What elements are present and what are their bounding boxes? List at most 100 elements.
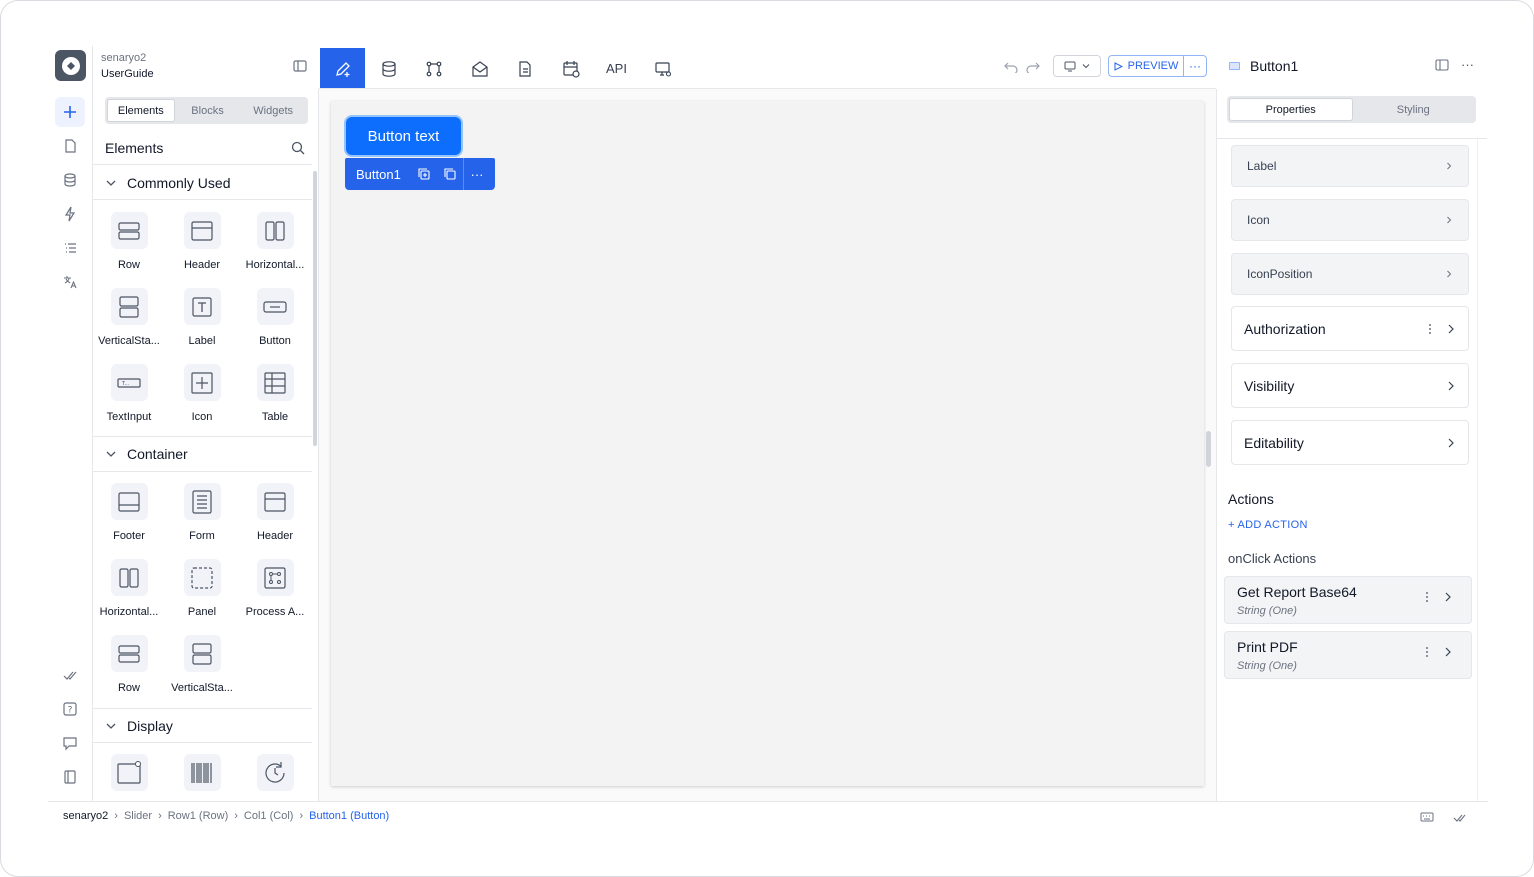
tab-properties[interactable]: Properties: [1229, 98, 1353, 121]
breadcrumb-item[interactable]: Col1 (Col): [244, 810, 294, 822]
prop-icon-position[interactable]: IconPosition: [1231, 253, 1469, 295]
section-container[interactable]: Container: [105, 446, 188, 462]
redo-icon[interactable]: [1026, 59, 1040, 73]
collapse-panel-icon[interactable]: [292, 58, 308, 74]
screen-settings-button[interactable]: [640, 48, 685, 89]
element-footer[interactable]: Footer: [93, 483, 165, 542]
onclick-action-item[interactable]: Get Report Base64 String (One): [1224, 576, 1472, 624]
flow-tool-button[interactable]: [411, 48, 456, 89]
page-canvas[interactable]: [331, 101, 1204, 786]
copy-icon[interactable]: [437, 158, 463, 190]
breadcrumb-item[interactable]: senaryo2: [63, 810, 108, 822]
lightning-icon[interactable]: [55, 199, 85, 229]
selected-element-name[interactable]: Button1: [345, 167, 411, 182]
group-editability[interactable]: Editability: [1231, 420, 1469, 465]
element-panel[interactable]: Panel: [166, 559, 238, 618]
elements-scrollbar[interactable]: [313, 171, 317, 446]
element-header[interactable]: Header: [166, 212, 238, 271]
document-tool-button[interactable]: [502, 48, 547, 89]
canvas-button[interactable]: Button text: [346, 117, 461, 155]
kebab-icon[interactable]: [1425, 646, 1429, 658]
duplicate-icon[interactable]: [411, 158, 437, 190]
divider: [93, 199, 312, 200]
page-icon[interactable]: [55, 131, 85, 161]
chevron-right-icon: [1448, 324, 1454, 333]
element-display-barcode[interactable]: [166, 754, 238, 791]
element-button[interactable]: Button: [239, 288, 311, 347]
tab-blocks[interactable]: Blocks: [175, 99, 241, 122]
add-action-button[interactable]: + ADD ACTION: [1228, 519, 1308, 531]
check-all-icon[interactable]: [1453, 810, 1467, 824]
section-display[interactable]: Display: [105, 718, 173, 734]
help-icon[interactable]: ?: [55, 694, 85, 724]
element-icon[interactable]: Icon: [166, 364, 238, 423]
element-vertical-stack-container[interactable]: VerticalSta...: [166, 635, 238, 694]
design-tool-button[interactable]: [320, 48, 365, 89]
element-table[interactable]: Table: [239, 364, 311, 423]
calendar-clock-icon: [562, 60, 580, 78]
selected-component-title[interactable]: Button1: [1250, 58, 1298, 74]
device-selector[interactable]: [1053, 55, 1101, 77]
onclick-action-item[interactable]: Print PDF String (One): [1224, 631, 1472, 679]
section-commonly-used[interactable]: Commonly Used: [105, 175, 230, 191]
text-input-icon: T...: [110, 364, 148, 401]
data-tool-button[interactable]: [366, 48, 411, 89]
breadcrumb-item-current[interactable]: Button1 (Button): [309, 810, 389, 822]
chevron-right-icon: [1445, 592, 1451, 602]
search-icon[interactable]: [291, 141, 305, 155]
element-process[interactable]: Process A...: [239, 559, 311, 618]
element-label: VerticalSta...: [98, 335, 160, 347]
element-form[interactable]: Form: [166, 483, 238, 542]
add-icon[interactable]: [55, 97, 85, 127]
element-label-item[interactable]: Label: [166, 288, 238, 347]
chevron-right-icon: ›: [158, 810, 162, 822]
database-icon[interactable]: [55, 165, 85, 195]
more-options-icon[interactable]: ···: [464, 158, 490, 190]
book-icon[interactable]: [55, 762, 85, 792]
mail-open-icon: [471, 60, 488, 77]
action-name: Print PDF: [1237, 639, 1298, 655]
element-row-container[interactable]: Row: [93, 635, 165, 694]
group-visibility[interactable]: Visibility: [1231, 363, 1469, 408]
panel-more-icon[interactable]: ···: [1461, 57, 1474, 72]
check-all-icon[interactable]: [55, 660, 85, 690]
footer-icon: [110, 483, 148, 520]
kebab-icon[interactable]: [1425, 591, 1429, 603]
preview-more-button[interactable]: ···: [1183, 55, 1207, 77]
preview-button[interactable]: PREVIEW: [1108, 55, 1184, 77]
chat-icon[interactable]: [55, 728, 85, 758]
element-header-container[interactable]: Header: [239, 483, 311, 542]
keyboard-icon[interactable]: [1420, 810, 1434, 824]
undo-icon[interactable]: [1004, 59, 1018, 73]
app-name[interactable]: UserGuide: [101, 68, 154, 80]
kebab-icon[interactable]: [1428, 323, 1432, 335]
list-icon[interactable]: [55, 233, 85, 263]
breadcrumb-item[interactable]: Row1 (Row): [168, 810, 229, 822]
database-icon: [381, 60, 396, 77]
element-display-image[interactable]: [93, 754, 165, 791]
element-text-input[interactable]: T... TextInput: [93, 364, 165, 423]
element-display-timer[interactable]: [239, 754, 311, 791]
prop-name: Icon: [1247, 213, 1270, 227]
element-row[interactable]: Row: [93, 212, 165, 271]
api-tool-button[interactable]: API: [594, 48, 639, 89]
mail-tool-button[interactable]: [457, 48, 502, 89]
canvas-resize-handle[interactable]: [1206, 431, 1211, 467]
element-horizontal-container[interactable]: Horizontal...: [93, 559, 165, 618]
panel-toggle-icon[interactable]: [1435, 58, 1449, 72]
breadcrumb-item[interactable]: Slider: [124, 810, 152, 822]
tab-styling[interactable]: Styling: [1353, 98, 1475, 121]
element-vertical-stack[interactable]: VerticalSta...: [93, 288, 165, 347]
schedule-tool-button[interactable]: [548, 48, 593, 89]
tab-widgets[interactable]: Widgets: [240, 99, 306, 122]
translate-icon[interactable]: [55, 267, 85, 297]
element-horizontal[interactable]: Horizontal...: [239, 212, 311, 271]
prop-label[interactable]: Label: [1231, 145, 1469, 187]
tab-elements[interactable]: Elements: [107, 99, 175, 122]
group-authorization[interactable]: Authorization: [1231, 306, 1469, 351]
element-label: Form: [189, 530, 215, 542]
properties-scrollbar[interactable]: [1477, 139, 1487, 801]
breadcrumb: senaryo2 › Slider › Row1 (Row) › Col1 (C…: [63, 810, 389, 822]
preview-label: PREVIEW: [1127, 60, 1179, 72]
prop-icon[interactable]: Icon: [1231, 199, 1469, 241]
